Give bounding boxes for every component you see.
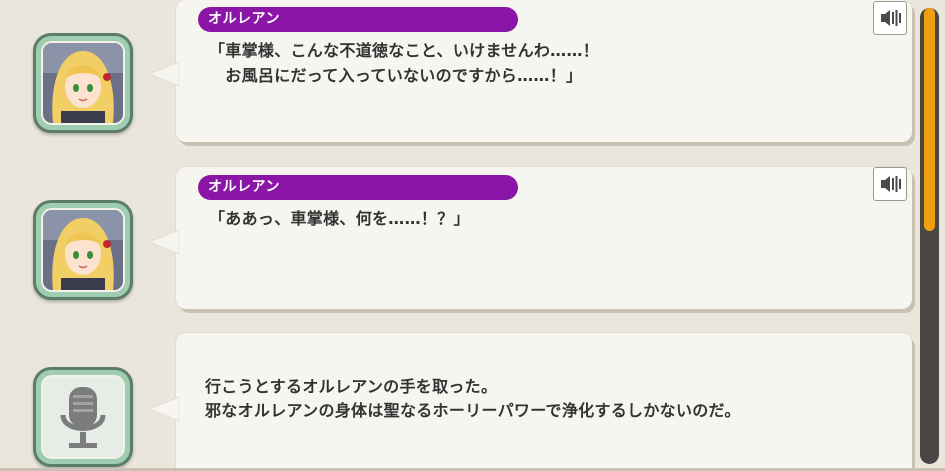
- speaker-name-tag: オルレアン: [198, 7, 518, 32]
- bubble-tail: [147, 60, 179, 88]
- scroll-thumb[interactable]: [924, 8, 935, 231]
- narration-line: 邪なオルレアンの身体は聖なるホーリーパワーで浄化するしかないのだ。: [205, 401, 741, 420]
- log-scrollbar[interactable]: [920, 8, 939, 464]
- bubble-tail: [147, 228, 179, 256]
- narrator-microphone-icon: [41, 375, 125, 459]
- narration-line: 行こうとするオルレアンの手を取った。: [205, 377, 498, 396]
- dialogue-line: お風呂にだって入っていないのですから……！」: [209, 66, 583, 85]
- dialogue-line: 「ああっ、車掌様、何を……！？」: [209, 209, 470, 228]
- speaker-icon: [881, 176, 901, 192]
- orleans-portrait-icon: [41, 41, 125, 125]
- dialogue-line: 「車掌様、こんな不道徳なこと、いけませんわ……！: [209, 41, 600, 60]
- character-avatar: [33, 33, 133, 133]
- backlog-panel[interactable]: オルレアン 「車掌様、こんな不道徳なこと、いけませんわ……！ お風呂にだって入っ…: [0, 0, 918, 471]
- voice-replay-button[interactable]: [873, 167, 907, 201]
- character-avatar: [33, 200, 133, 300]
- speaker-icon: [881, 10, 901, 26]
- speaker-name-tag: オルレアン: [198, 175, 518, 200]
- voice-replay-button[interactable]: [873, 1, 907, 35]
- narrator-avatar: [33, 367, 133, 467]
- orleans-portrait-icon: [41, 208, 125, 292]
- bubble-tail: [147, 395, 179, 423]
